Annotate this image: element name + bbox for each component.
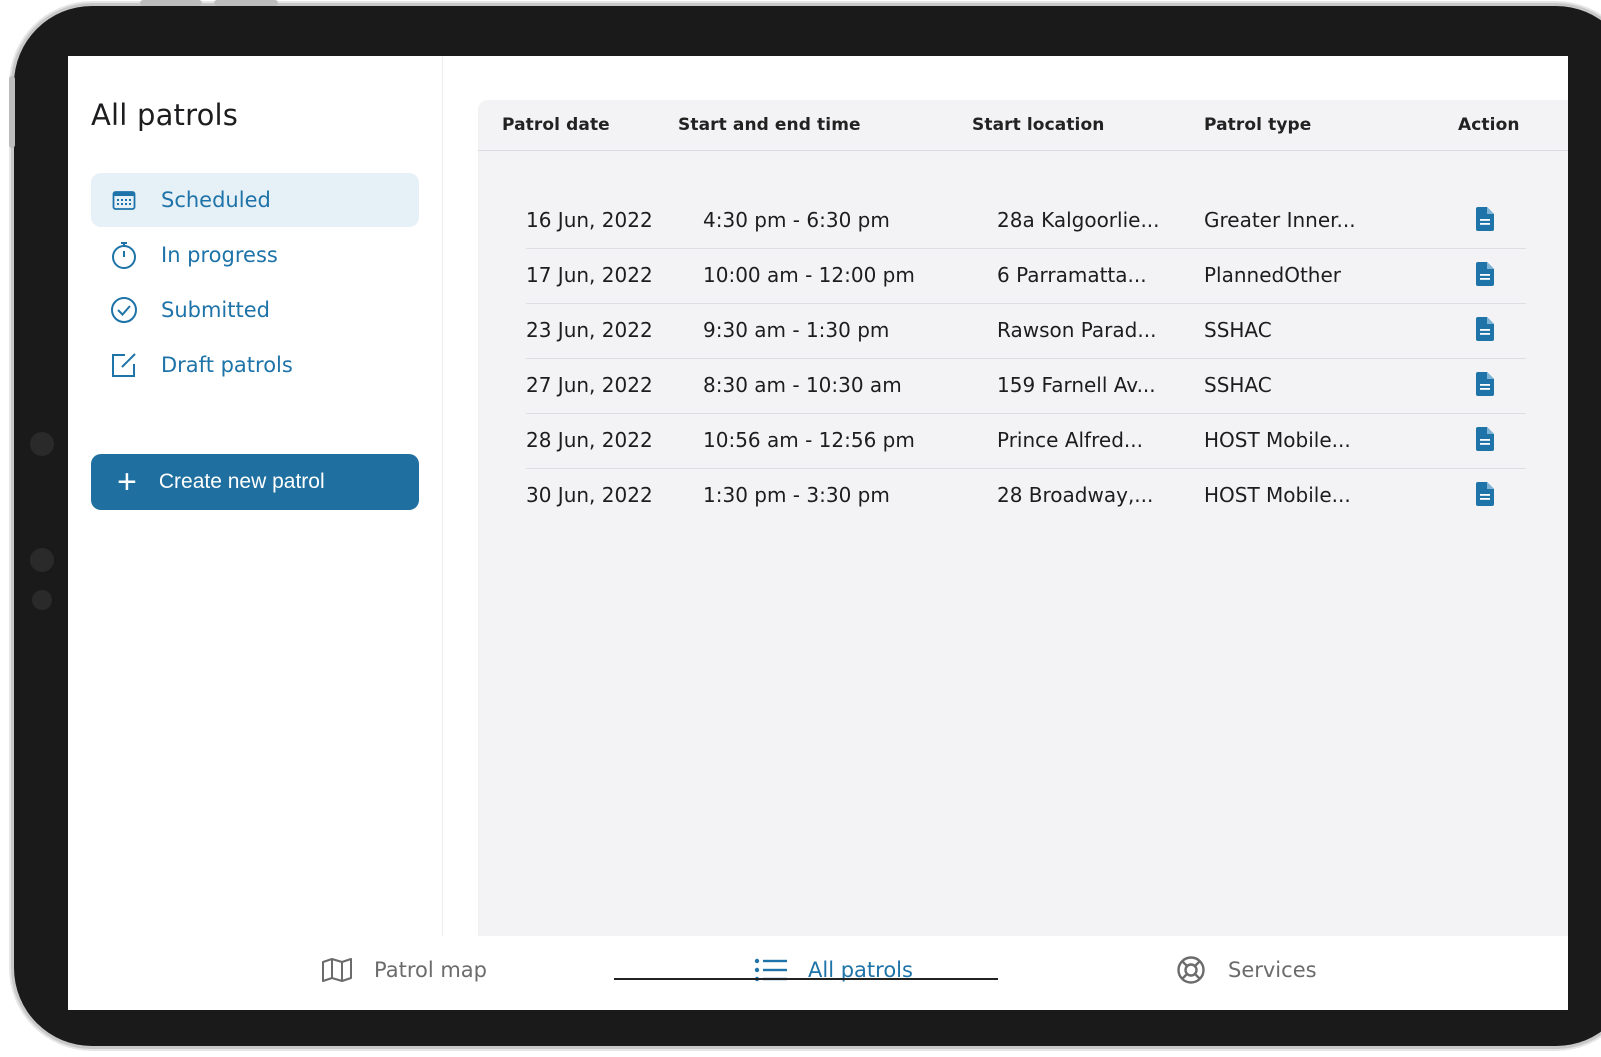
sidebar-item-scheduled[interactable]: Scheduled	[91, 173, 419, 227]
cell-date: 16 Jun, 2022	[526, 208, 653, 232]
table-header: Patrol date Start and end time Start loc…	[478, 100, 1568, 151]
document-icon[interactable]	[1474, 427, 1498, 453]
document-icon[interactable]	[1474, 262, 1498, 288]
bottom-nav: Patrol map All patrols Services	[68, 936, 1568, 1010]
cell-location: Prince Alfred...	[997, 428, 1143, 452]
sidebar-item-label: Scheduled	[161, 188, 271, 212]
tab-all-patrols[interactable]: All patrols	[754, 936, 913, 1004]
sidebar-item-label: Submitted	[161, 298, 270, 322]
cell-time: 4:30 pm - 6:30 pm	[703, 208, 890, 232]
map-icon	[320, 955, 354, 985]
edit-icon	[109, 350, 139, 380]
sidebar-item-submitted[interactable]: Submitted	[91, 283, 419, 337]
cell-time: 8:30 am - 10:30 am	[703, 373, 902, 397]
header-patrol-date: Patrol date	[502, 115, 610, 135]
check-circle-icon	[109, 295, 139, 325]
tab-label: Patrol map	[374, 958, 488, 982]
table-row[interactable]: 17 Jun, 2022 10:00 am - 12:00 pm 6 Parra…	[526, 248, 1526, 304]
cell-date: 27 Jun, 2022	[526, 373, 653, 397]
cell-location: 28a Kalgoorlie...	[997, 208, 1160, 232]
header-action: Action	[1458, 115, 1520, 135]
cell-time: 1:30 pm - 3:30 pm	[703, 483, 890, 507]
sidebar-item-label: Draft patrols	[161, 353, 293, 377]
create-new-patrol-button[interactable]: + Create new patrol	[91, 454, 419, 510]
side-button	[9, 76, 15, 148]
cell-time: 10:56 am - 12:56 pm	[703, 428, 915, 452]
cell-time: 9:30 am - 1:30 pm	[703, 318, 890, 342]
cell-type: SSHAC	[1204, 318, 1272, 342]
table-row[interactable]: 16 Jun, 2022 4:30 pm - 6:30 pm 28a Kalgo…	[526, 193, 1526, 249]
document-icon[interactable]	[1474, 372, 1498, 398]
cell-type: SSHAC	[1204, 373, 1272, 397]
header-patrol-type: Patrol type	[1204, 115, 1312, 135]
cell-type: HOST Mobile...	[1204, 428, 1351, 452]
page-title: All patrols	[91, 98, 239, 132]
power-button	[214, 0, 278, 6]
tab-label: Services	[1228, 958, 1317, 982]
cell-date: 17 Jun, 2022	[526, 263, 653, 287]
cell-date: 23 Jun, 2022	[526, 318, 653, 342]
patrols-table: Patrol date Start and end time Start loc…	[478, 100, 1568, 936]
cell-time: 10:00 am - 12:00 pm	[703, 263, 915, 287]
cell-location: 159 Farnell Av...	[997, 373, 1156, 397]
cell-type: HOST Mobile...	[1204, 483, 1351, 507]
header-start-location: Start location	[972, 115, 1105, 135]
cell-location: 28 Broadway,...	[997, 483, 1154, 507]
cell-location: Rawson Parad...	[997, 318, 1157, 342]
cell-type: Greater Inner...	[1204, 208, 1356, 232]
tab-services[interactable]: Services	[1174, 936, 1317, 1004]
table-row[interactable]: 27 Jun, 2022 8:30 am - 10:30 am 159 Farn…	[526, 358, 1526, 414]
volume-button	[140, 0, 202, 6]
list-icon	[754, 955, 788, 985]
camera-dot	[30, 548, 54, 572]
sidebar-item-label: In progress	[161, 243, 278, 267]
lifebuoy-icon	[1174, 955, 1208, 985]
cell-date: 30 Jun, 2022	[526, 483, 653, 507]
document-icon[interactable]	[1474, 207, 1498, 233]
plus-icon: +	[117, 463, 137, 501]
cell-location: 6 Parramatta...	[997, 263, 1147, 287]
table-row[interactable]: 23 Jun, 2022 9:30 am - 1:30 pm Rawson Pa…	[526, 303, 1526, 359]
table-row[interactable]: 30 Jun, 2022 1:30 pm - 3:30 pm 28 Broadw…	[526, 468, 1526, 523]
tab-patrol-map[interactable]: Patrol map	[320, 936, 487, 1004]
document-icon[interactable]	[1474, 482, 1498, 508]
table-row[interactable]: 28 Jun, 2022 10:56 am - 12:56 pm Prince …	[526, 413, 1526, 469]
cell-date: 28 Jun, 2022	[526, 428, 653, 452]
create-button-label: Create new patrol	[158, 470, 325, 493]
cell-type: PlannedOther	[1204, 263, 1342, 287]
header-start-end-time: Start and end time	[678, 115, 861, 135]
sidebar-item-draft-patrols[interactable]: Draft patrols	[91, 338, 419, 392]
stopwatch-icon	[109, 240, 139, 270]
camera-dot	[30, 432, 54, 456]
sidebar-item-in-progress[interactable]: In progress	[91, 228, 419, 282]
calendar-icon	[109, 185, 139, 215]
camera-dot	[32, 590, 52, 610]
active-tab-indicator	[614, 978, 998, 980]
sidebar: All patrols Scheduled In progress Submit…	[68, 56, 443, 936]
document-icon[interactable]	[1474, 317, 1498, 343]
screen: All patrols Scheduled In progress Submit…	[68, 56, 1568, 1010]
